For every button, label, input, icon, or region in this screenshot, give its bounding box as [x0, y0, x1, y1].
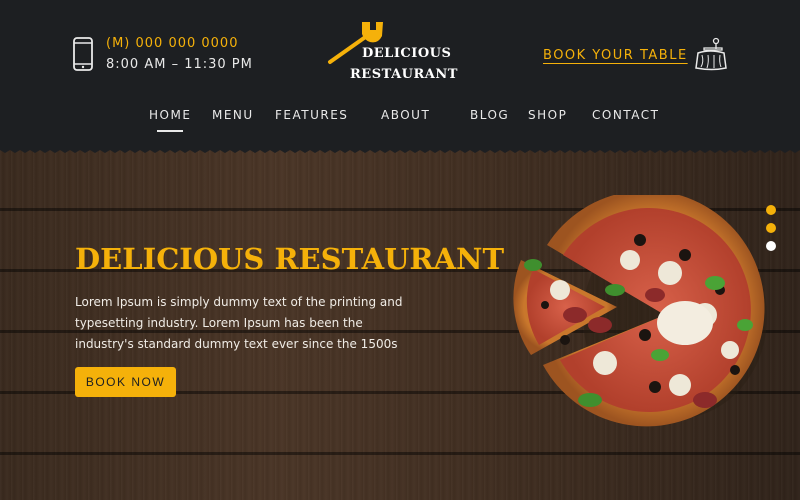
slider-dot-3[interactable]: [766, 241, 776, 251]
opening-hours: 8:00 AM – 11:30 PM: [106, 57, 253, 72]
nav-item-blog[interactable]: BLOG: [470, 108, 509, 122]
nav-item-home[interactable]: HOME: [149, 108, 191, 132]
hero-description: Lorem Ipsum is simply dummy text of the …: [75, 295, 403, 351]
book-now-button[interactable]: BOOK NOW: [75, 367, 176, 397]
site-header: (M) 000 000 0000 8:00 AM – 11:30 PM DELI…: [0, 0, 800, 150]
nav-item-about[interactable]: ABOUT: [381, 108, 430, 122]
logo-text-bottom: RESTAURANT: [350, 67, 458, 82]
pizza-image: [513, 195, 767, 427]
phone-number: (M) 000 000 0000: [106, 36, 239, 51]
phone-icon: [73, 37, 93, 71]
slider-pagination: [766, 205, 778, 255]
contact-info: (M) 000 000 0000 8:00 AM – 11:30 PM: [72, 36, 253, 72]
book-table-link[interactable]: BOOK YOUR TABLE: [543, 48, 688, 63]
table-icon[interactable]: [692, 36, 728, 72]
nav-item-shop[interactable]: SHOP: [528, 108, 567, 122]
main-nav: HOME MENU FEATURES ABOUT BLOG SHOP CONTA…: [0, 108, 800, 132]
nav-item-menu[interactable]: MENU: [212, 108, 254, 122]
logo-text-top: DELICIOUS: [362, 46, 452, 61]
header-edge-decoration: [0, 148, 800, 153]
slider-dot-1[interactable]: [766, 205, 776, 215]
hero-title: DELICIOUS RESTAURANT: [75, 242, 505, 276]
site-logo[interactable]: DELICIOUS RESTAURANT: [326, 18, 458, 88]
nav-item-features[interactable]: FEATURES: [275, 108, 348, 122]
nav-item-contact[interactable]: CONTACT: [592, 108, 659, 122]
slider-dot-2[interactable]: [766, 223, 776, 233]
